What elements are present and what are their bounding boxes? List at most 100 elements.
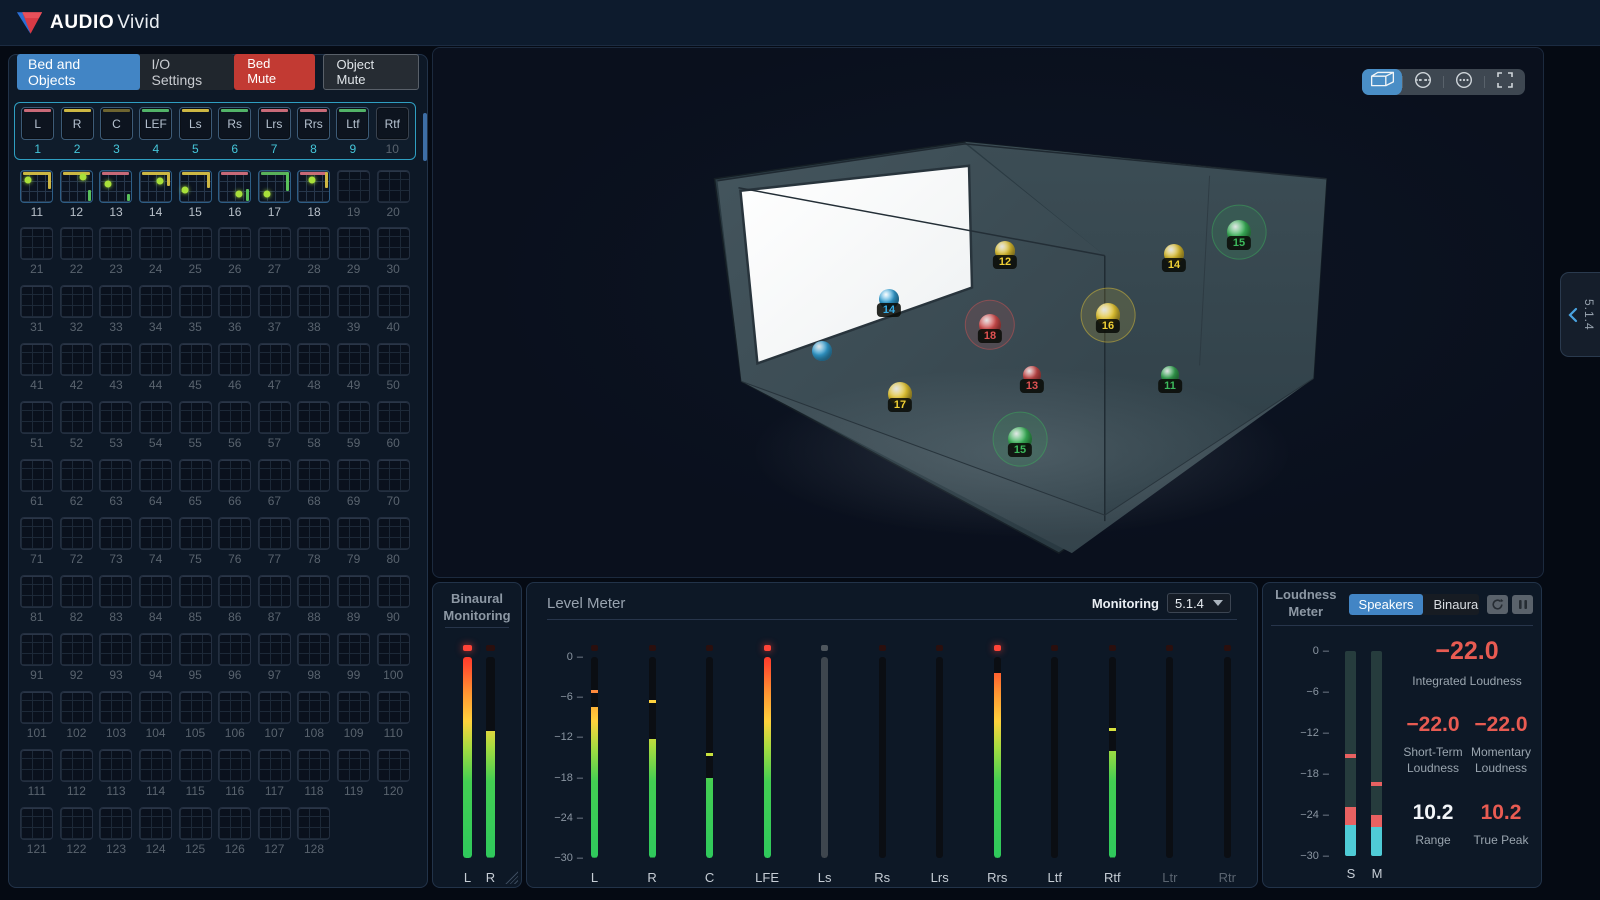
channel-32[interactable]	[60, 285, 93, 318]
channel-82[interactable]	[60, 575, 93, 608]
channel-47[interactable]	[258, 343, 291, 376]
bed-channel-3[interactable]: C	[100, 107, 133, 140]
object-channel-20[interactable]	[377, 170, 410, 203]
channel-63[interactable]	[99, 459, 132, 492]
channel-83[interactable]	[99, 575, 132, 608]
fullscreen-button[interactable]	[1485, 69, 1525, 95]
channel-76[interactable]	[218, 517, 251, 550]
bed-channel-5[interactable]: Ls	[179, 107, 212, 140]
channel-88[interactable]	[297, 575, 330, 608]
scene-object-17[interactable]: 17	[888, 382, 912, 406]
channel-85[interactable]	[179, 575, 212, 608]
channel-30[interactable]	[377, 227, 410, 260]
bed-channel-7[interactable]: Lrs	[258, 107, 291, 140]
panel-resize-handle[interactable]	[505, 871, 518, 884]
channel-26[interactable]	[218, 227, 251, 260]
channel-56[interactable]	[218, 401, 251, 434]
channel-95[interactable]	[179, 633, 212, 666]
channel-35[interactable]	[179, 285, 212, 318]
channel-69[interactable]	[337, 459, 370, 492]
channel-74[interactable]	[139, 517, 172, 550]
channel-38[interactable]	[297, 285, 330, 318]
channel-41[interactable]	[20, 343, 53, 376]
channel-106[interactable]	[218, 691, 251, 724]
channel-62[interactable]	[60, 459, 93, 492]
channel-45[interactable]	[179, 343, 212, 376]
scene-object-15[interactable]: 15	[1227, 220, 1251, 244]
channel-81[interactable]	[20, 575, 53, 608]
channel-70[interactable]	[377, 459, 410, 492]
tab-io-settings[interactable]: I/O Settings	[140, 54, 234, 90]
channel-92[interactable]	[60, 633, 93, 666]
channel-87[interactable]	[258, 575, 291, 608]
channel-77[interactable]	[258, 517, 291, 550]
channel-36[interactable]	[218, 285, 251, 318]
scene-object-11[interactable]: 11	[1161, 366, 1179, 384]
channel-51[interactable]	[20, 401, 53, 434]
channel-24[interactable]	[139, 227, 172, 260]
monitoring-layout-side-tab[interactable]: 5.1.4	[1560, 272, 1600, 357]
channel-68[interactable]	[297, 459, 330, 492]
channel-44[interactable]	[139, 343, 172, 376]
channel-65[interactable]	[179, 459, 212, 492]
channel-110[interactable]	[377, 691, 410, 724]
channel-42[interactable]	[60, 343, 93, 376]
bed-channel-2[interactable]: R	[61, 107, 94, 140]
scene-object-14[interactable]: 14	[879, 289, 899, 309]
channel-71[interactable]	[20, 517, 53, 550]
channel-50[interactable]	[377, 343, 410, 376]
channel-21[interactable]	[20, 227, 53, 260]
channel-28[interactable]	[297, 227, 330, 260]
tab-binaural[interactable]: Binaural	[1423, 594, 1479, 615]
more-options-button[interactable]	[1444, 69, 1484, 95]
channel-102[interactable]	[60, 691, 93, 724]
object-channel-14[interactable]	[139, 170, 172, 203]
channel-78[interactable]	[297, 517, 330, 550]
channel-91[interactable]	[20, 633, 53, 666]
channel-79[interactable]	[337, 517, 370, 550]
scene-object-13[interactable]: 13	[1023, 366, 1041, 384]
channel-80[interactable]	[377, 517, 410, 550]
channel-31[interactable]	[20, 285, 53, 318]
channel-98[interactable]	[297, 633, 330, 666]
channel-67[interactable]	[258, 459, 291, 492]
channel-120[interactable]	[377, 749, 410, 782]
bed-channel-8[interactable]: Rrs	[297, 107, 330, 140]
channel-101[interactable]	[20, 691, 53, 724]
channel-97[interactable]	[258, 633, 291, 666]
tab-speakers[interactable]: Speakers	[1349, 594, 1424, 615]
object-channel-16[interactable]	[218, 170, 251, 203]
channel-128[interactable]	[297, 807, 330, 840]
object-channel-18[interactable]	[297, 170, 330, 203]
channel-111[interactable]	[20, 749, 53, 782]
channel-118[interactable]	[297, 749, 330, 782]
channel-48[interactable]	[297, 343, 330, 376]
channel-122[interactable]	[60, 807, 93, 840]
channel-100[interactable]	[377, 633, 410, 666]
bed-mute-button[interactable]: Bed Mute	[234, 54, 314, 90]
channel-121[interactable]	[20, 807, 53, 840]
channel-53[interactable]	[99, 401, 132, 434]
channel-108[interactable]	[297, 691, 330, 724]
room-view-button[interactable]	[1362, 69, 1402, 95]
channel-89[interactable]	[337, 575, 370, 608]
channel-64[interactable]	[139, 459, 172, 492]
channel-104[interactable]	[139, 691, 172, 724]
object-channel-19[interactable]	[337, 170, 370, 203]
channel-127[interactable]	[258, 807, 291, 840]
scene-object-18[interactable]: 18	[979, 314, 1001, 336]
bed-channel-6[interactable]: Rs	[218, 107, 251, 140]
channel-124[interactable]	[139, 807, 172, 840]
channel-57[interactable]	[258, 401, 291, 434]
tab-bed-and-objects[interactable]: Bed and Objects	[17, 54, 140, 90]
scene-object-14[interactable]: 14	[1164, 244, 1184, 264]
bed-channel-4[interactable]: LEF	[139, 107, 172, 140]
channel-49[interactable]	[337, 343, 370, 376]
channel-113[interactable]	[99, 749, 132, 782]
channel-46[interactable]	[218, 343, 251, 376]
channel-114[interactable]	[139, 749, 172, 782]
channel-60[interactable]	[377, 401, 410, 434]
object-channel-11[interactable]	[20, 170, 53, 203]
channel-123[interactable]	[99, 807, 132, 840]
channel-109[interactable]	[337, 691, 370, 724]
